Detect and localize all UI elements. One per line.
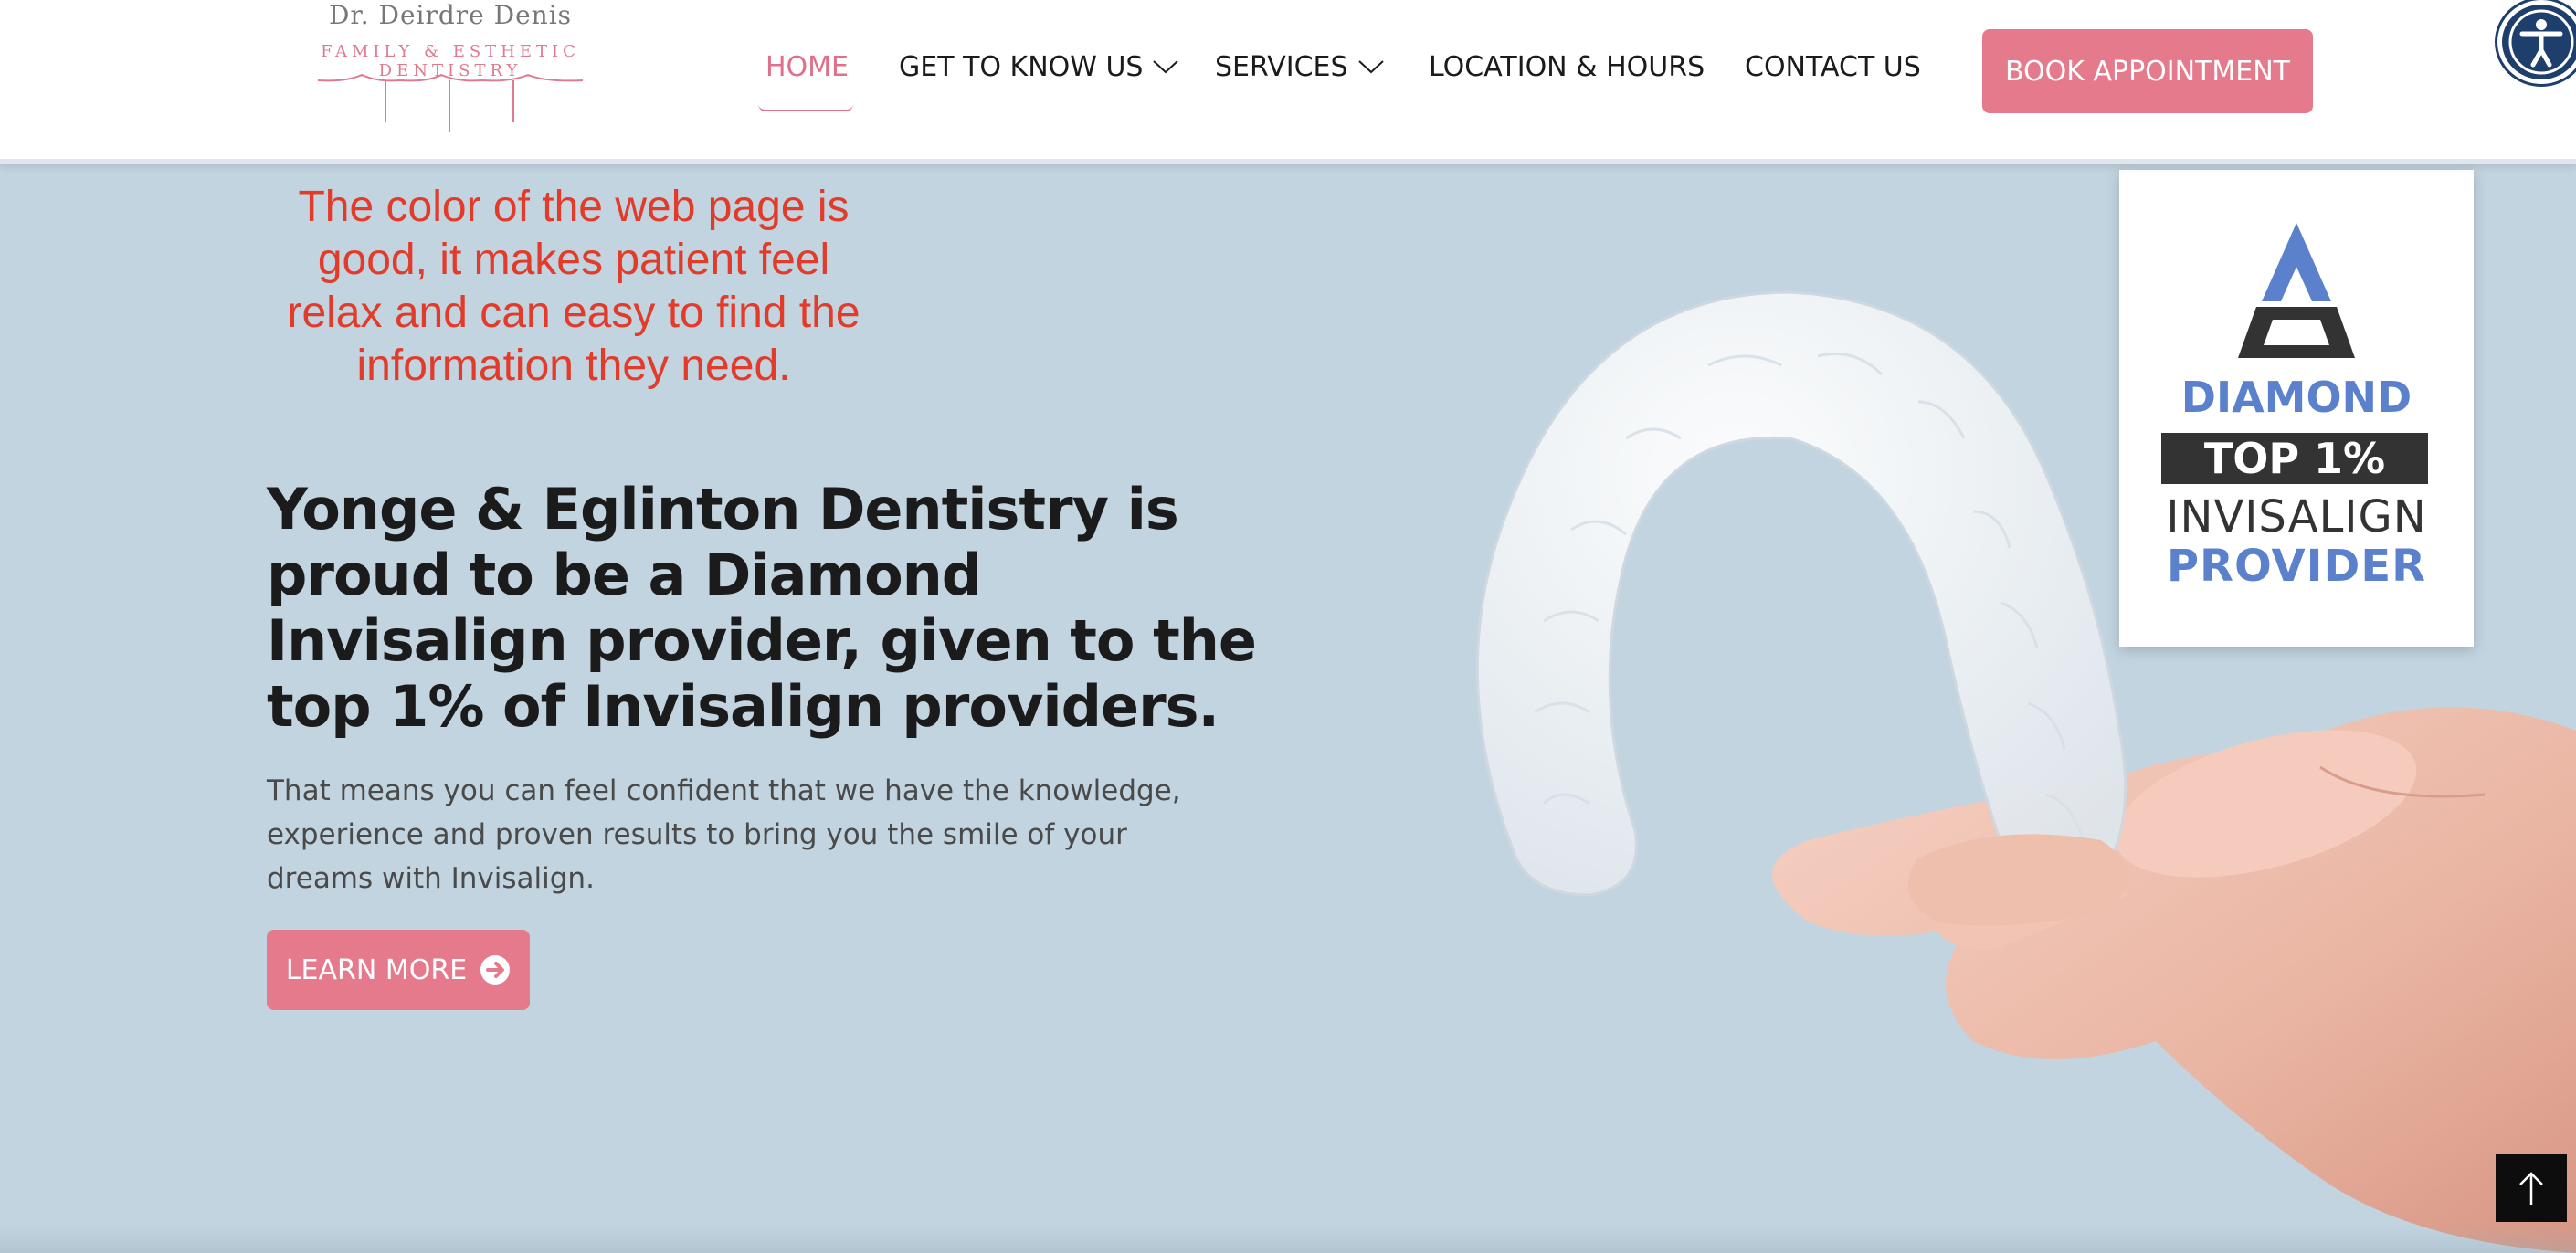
accessibility-icon [2508,9,2574,75]
nav-services[interactable]: SERVICES [1215,51,1385,83]
arrow-circle-right-icon [480,955,511,984]
nav-services-label: SERVICES [1215,51,1348,83]
badge-diamond-text: DIAMOND [2180,373,2412,422]
hero-headline-emphasis: top 1% of Invisalign providers. [267,673,1219,740]
learn-more-button[interactable]: LEARN MORE [267,930,530,1010]
badge-provider-text: PROVIDER [2166,541,2427,592]
nav-get-to-know-us-label: GET TO KNOW US [899,51,1144,83]
hero-body-text: That means you can feel confident that w… [267,774,1181,895]
scroll-to-top-button[interactable] [2496,1154,2567,1222]
logo[interactable]: Dr. Deirdre Denis FAMILY & ESTHETIC DENT… [263,0,638,137]
nav-contact-us[interactable]: CONTACT US [1745,51,1921,83]
book-appointment-button[interactable]: BOOK APPOINTMENT [1982,29,2313,113]
chevron-down-icon [1357,59,1384,73]
site-header: Dr. Deirdre Denis FAMILY & ESTHETIC DENT… [0,0,2576,164]
hero-headline-text: Yonge & Eglinton Dentistry is proud to b… [267,476,1257,674]
chevron-down-icon [1153,59,1179,73]
nav-get-to-know-us[interactable]: GET TO KNOW US [899,51,1179,83]
nav-home[interactable]: HOME [765,51,849,83]
badge-invisalign-text: INVISALIGN [2166,491,2427,542]
logo-name: Dr. Deirdre Denis [328,0,573,30]
badge-top-percent: TOP 1% [2161,433,2428,484]
learn-more-label: LEARN MORE [285,953,468,986]
annotation-note: The color of the web page is good, it ma… [287,183,860,390]
accessibility-button[interactable] [2497,0,2576,84]
nav-home-indicator [758,104,853,111]
tooth-logo-icon [317,73,584,132]
hero-headline: Yonge & Eglinton Dentistry is proud to b… [267,477,1290,740]
section-divider-shadow [0,1224,2576,1253]
nav-location-hours[interactable]: LOCATION & HOURS [1429,51,1705,83]
invisalign-triangle-logo-icon [2238,223,2355,358]
diamond-provider-badge: DIAMOND TOP 1% INVISALIGN PROVIDER [2119,170,2474,647]
arrow-up-icon [2519,1172,2543,1205]
